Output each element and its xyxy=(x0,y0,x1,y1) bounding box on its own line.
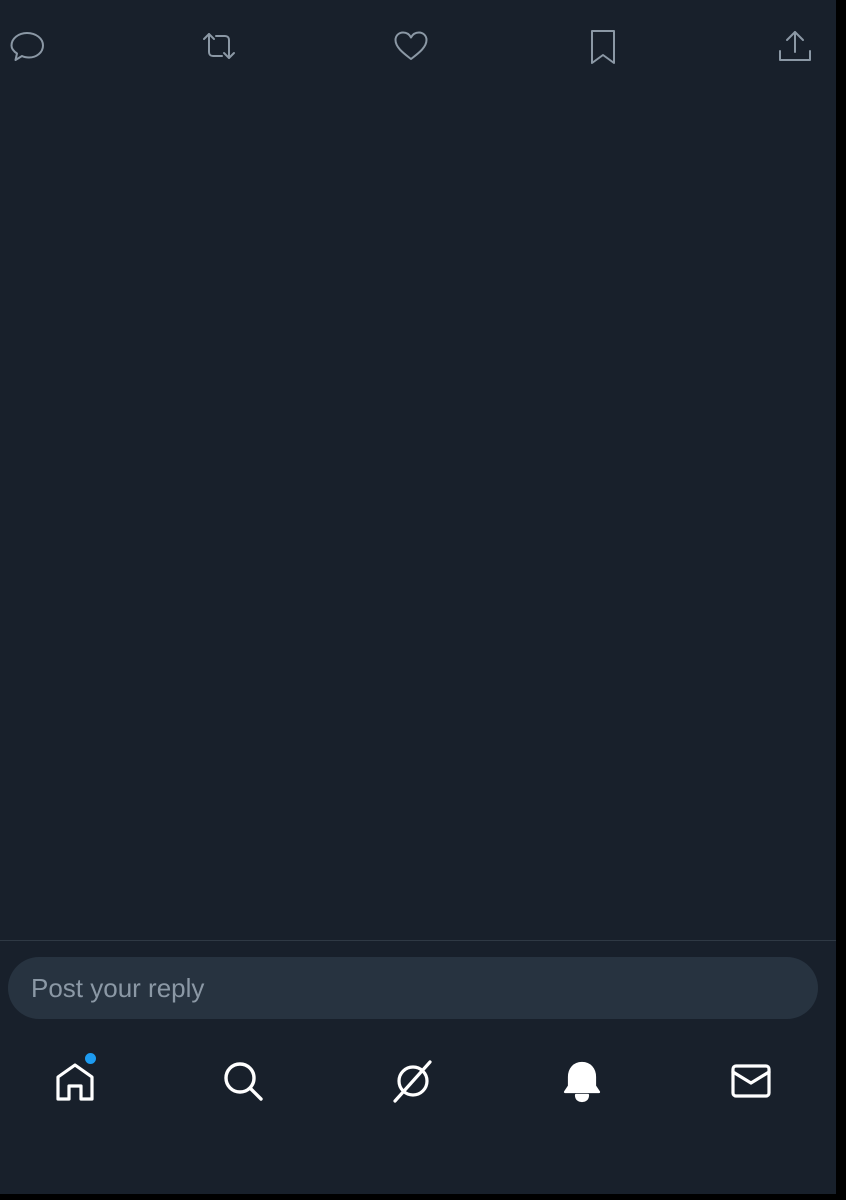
grok-slash-icon xyxy=(393,1060,432,1103)
tab-home[interactable] xyxy=(34,1040,116,1122)
bookmark-icon xyxy=(591,30,615,64)
repost-arrows-icon xyxy=(203,33,235,59)
speech-bubble-icon xyxy=(10,32,44,61)
heart-icon xyxy=(394,31,428,60)
bottom-tab-bar xyxy=(0,1040,836,1122)
like-button[interactable] xyxy=(385,20,437,72)
repost-button[interactable] xyxy=(193,20,245,72)
envelope-icon xyxy=(731,1064,771,1098)
tab-messages[interactable] xyxy=(710,1040,792,1122)
share-upload-icon xyxy=(779,31,811,61)
reply-placeholder: Post your reply xyxy=(31,972,205,1003)
tab-search[interactable] xyxy=(202,1040,284,1122)
reply-input[interactable]: Post your reply xyxy=(8,957,818,1019)
home-notification-dot xyxy=(84,1052,97,1065)
post-detail-screen: Post your reply xyxy=(0,0,836,1194)
magnifier-icon xyxy=(224,1062,263,1101)
bookmark-button[interactable] xyxy=(577,20,629,72)
reply-button[interactable] xyxy=(1,20,53,72)
share-button[interactable] xyxy=(769,20,821,72)
tab-grok[interactable] xyxy=(372,1040,454,1122)
reply-divider xyxy=(0,940,836,941)
post-action-bar xyxy=(0,20,836,72)
bell-icon xyxy=(563,1061,601,1103)
tab-notifications[interactable] xyxy=(541,1040,623,1122)
